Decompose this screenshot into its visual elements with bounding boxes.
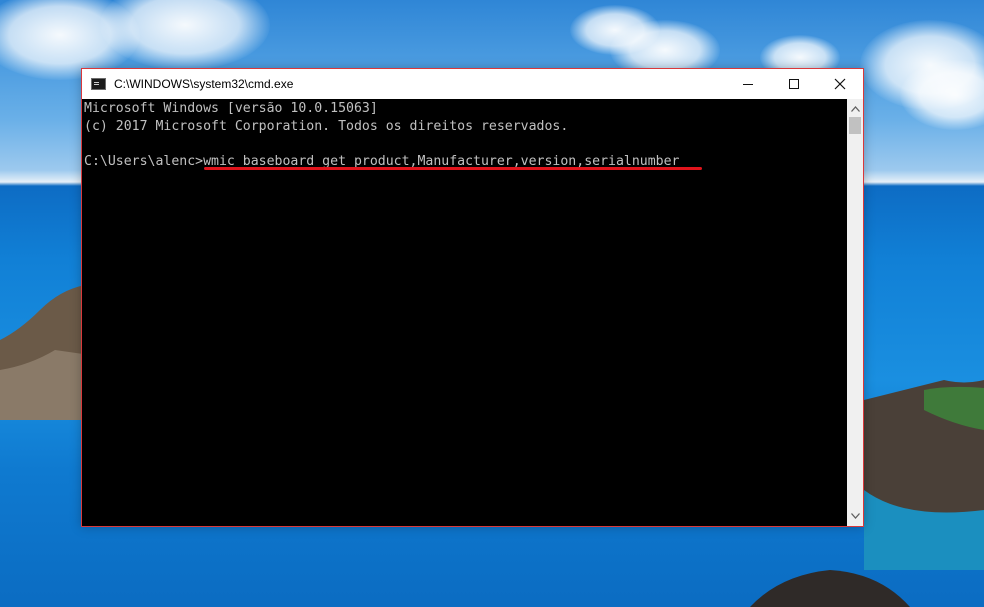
minimize-icon: [743, 84, 753, 85]
console-line: Microsoft Windows [versão 10.0.15063]: [84, 101, 378, 116]
cmd-app-icon: [91, 78, 106, 90]
scroll-up-button[interactable]: [847, 101, 863, 117]
maximize-button[interactable]: [771, 69, 817, 99]
console-output[interactable]: Microsoft Windows [versão 10.0.15063] (c)…: [82, 99, 847, 526]
command-highlight-underline: [204, 167, 702, 170]
window-title: C:\WINDOWS\system32\cmd.exe: [114, 77, 294, 91]
island-rock-left: [0, 285, 90, 420]
island-rock-bottom: [750, 570, 910, 607]
scroll-down-icon: [850, 513, 860, 519]
console-line: (c) 2017 Microsoft Corporation. Todos os…: [84, 118, 569, 134]
scroll-thumb[interactable]: [849, 117, 861, 134]
scroll-up-icon: [850, 106, 860, 112]
vertical-scrollbar[interactable]: [847, 99, 863, 526]
title-bar[interactable]: C:\WINDOWS\system32\cmd.exe: [82, 69, 863, 99]
console-text: Microsoft Windows [versão 10.0.15063] (c)…: [84, 100, 679, 170]
island-rock-right: [864, 380, 984, 570]
close-icon: [834, 78, 846, 90]
close-button[interactable]: [817, 69, 863, 99]
caption-buttons: [725, 69, 863, 99]
minimize-button[interactable]: [725, 69, 771, 99]
cmd-window: C:\WINDOWS\system32\cmd.exe Microsoft Wi…: [81, 68, 864, 527]
scroll-down-button[interactable]: [847, 508, 863, 524]
maximize-icon: [789, 79, 799, 89]
